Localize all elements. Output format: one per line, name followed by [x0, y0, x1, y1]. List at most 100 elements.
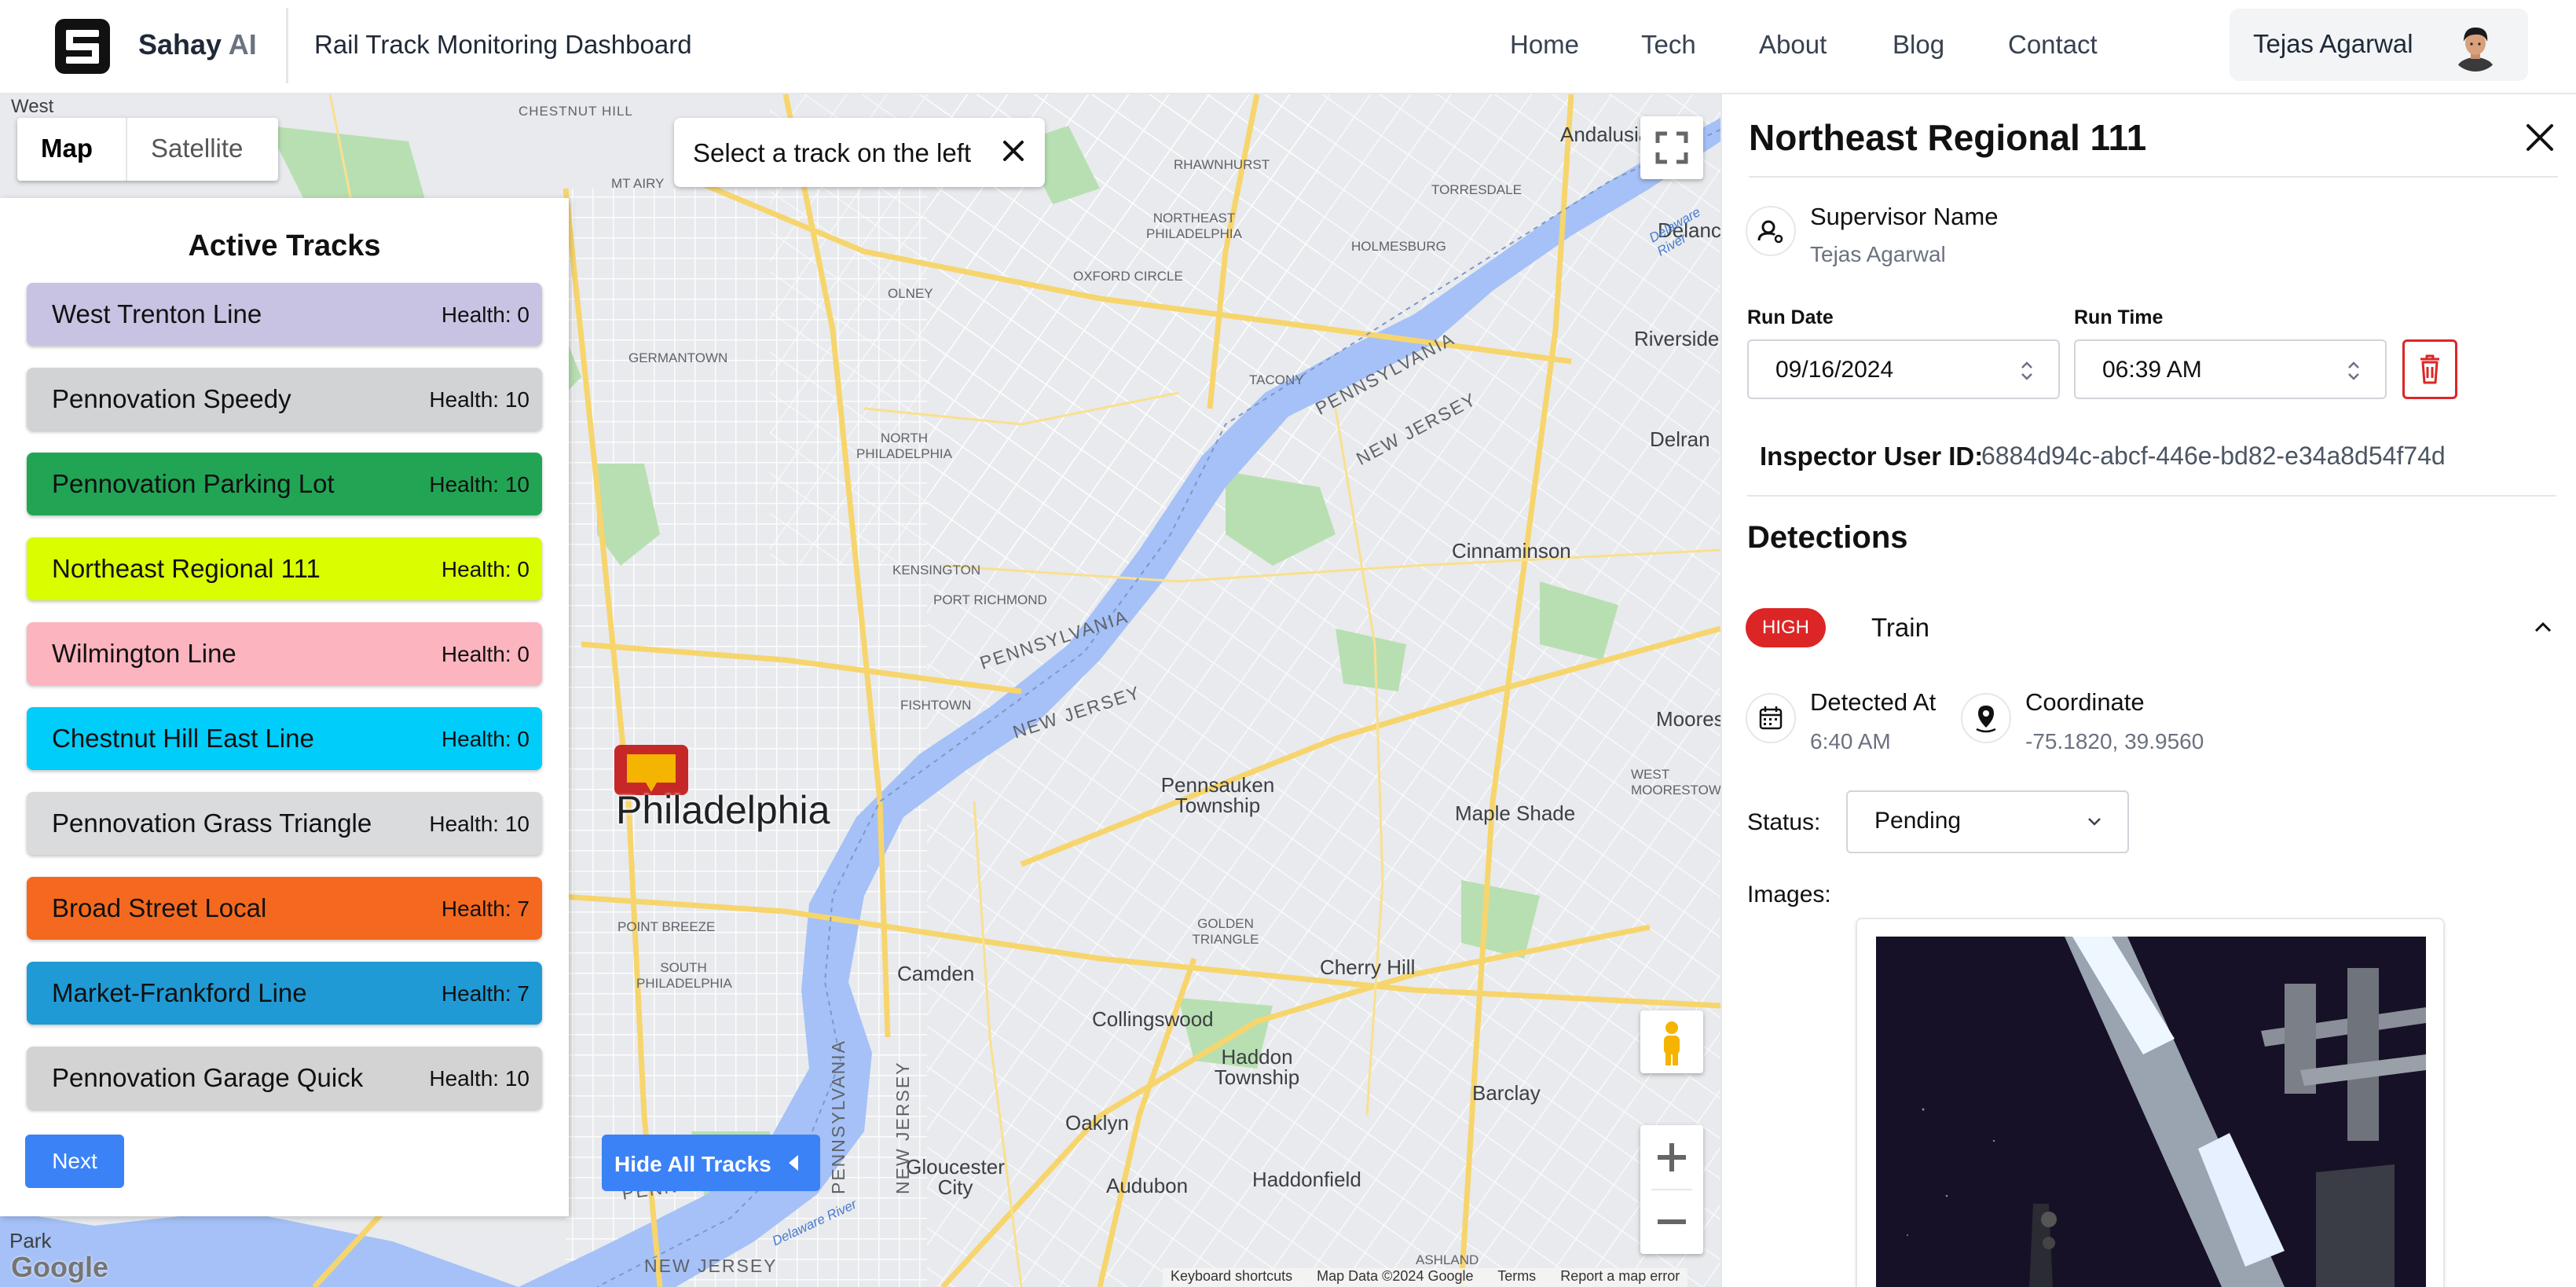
map-label: Haddon Township	[1214, 1045, 1300, 1089]
select-track-message: Select a track on the left	[693, 138, 972, 167]
map-label: Riverside	[1634, 327, 1720, 350]
nav-tech[interactable]: Tech	[1641, 30, 1696, 60]
track-health: Health: 10	[429, 812, 529, 836]
track-item[interactable]: Northeast Regional 111 Health: 0	[27, 537, 542, 600]
status-select[interactable]: Pending	[1846, 790, 2129, 853]
supervisor-label: Supervisor Name	[1810, 203, 1999, 230]
track-name: West Trenton Line	[52, 299, 262, 328]
map-type-map-button[interactable]: Map	[41, 134, 93, 163]
track-name: Market-Frankford Line	[52, 978, 307, 1007]
run-time-input[interactable]: 06:39 AM	[2074, 339, 2387, 399]
trash-icon	[2420, 354, 2439, 384]
detections-title: Detections	[1747, 520, 1908, 555]
zoom-in-button[interactable]	[1640, 1125, 1703, 1190]
google-logo[interactable]: Google	[11, 1251, 108, 1284]
track-health: Health: 10	[429, 472, 529, 497]
top-header: Sahay AI Rail Track Monitoring Dashboard…	[0, 0, 2576, 94]
pegman-icon	[1664, 1021, 1680, 1065]
avatar	[2450, 20, 2501, 72]
fullscreen-icon	[1655, 131, 1688, 164]
track-health: Health: 7	[441, 896, 529, 921]
report-map-error-link[interactable]: Report a map error	[1560, 1268, 1680, 1284]
map-footer: Keyboard shortcuts Map Data ©2024 Google…	[1163, 1268, 1688, 1287]
street-view-button[interactable]	[1640, 1010, 1703, 1073]
images-label: Images:	[1747, 882, 1831, 908]
track-item[interactable]: Wilmington Line Health: 0	[27, 622, 542, 685]
track-item[interactable]: West Trenton Line Health: 0	[27, 283, 542, 346]
map-label: Cinnaminson	[1452, 539, 1571, 563]
user-menu[interactable]: Tejas Agarwal	[2230, 9, 2528, 81]
map-label: Pennsylvania	[977, 606, 1131, 673]
track-item[interactable]: Pennovation Garage Quick Health: 10	[27, 1047, 542, 1109]
map-label: New Jersey	[1353, 388, 1480, 469]
brand-main: Sahay	[138, 28, 222, 60]
map-label: Moorestown	[1656, 707, 1720, 731]
map-label: Golden Triangle	[1192, 916, 1259, 947]
detection-type: Train	[1871, 613, 1929, 642]
track-item[interactable]: Pennovation Parking Lot Health: 10	[27, 453, 542, 515]
fullscreen-button[interactable]	[1640, 116, 1703, 179]
track-name: Northeast Regional 111	[52, 554, 321, 583]
active-tracks-panel: Active Tracks West Trenton Line Health: 0…	[0, 198, 569, 1216]
track-item[interactable]: Market-Frankford Line Health: 7	[27, 962, 542, 1025]
nav-about[interactable]: About	[1759, 30, 1827, 60]
caret-left-icon	[789, 1155, 798, 1171]
brand-name[interactable]: Sahay AI	[138, 28, 257, 61]
sahay-logo-icon[interactable]	[55, 19, 110, 74]
hide-all-tracks-button[interactable]: Hide All Tracks	[602, 1135, 820, 1191]
next-button[interactable]: Next	[25, 1135, 124, 1188]
track-health: Health: 7	[441, 981, 529, 1006]
track-name: Pennovation Parking Lot	[52, 469, 335, 498]
map-label: Maple Shade	[1455, 801, 1576, 825]
track-health: Health: 10	[429, 1066, 529, 1091]
map-label: Mt Airy	[611, 176, 665, 191]
track-name: Pennovation Speedy	[52, 384, 291, 413]
map-label: Kensington	[892, 563, 981, 578]
track-health: Health: 10	[429, 387, 529, 412]
terms-link[interactable]: Terms	[1497, 1268, 1536, 1284]
run-date-value: 09/16/2024	[1775, 357, 1894, 383]
map-label: Chestnut Hill	[518, 104, 633, 119]
chevron-up-down-icon	[2348, 361, 2359, 380]
map-label: Port Richmond	[933, 592, 1047, 607]
map-label: Oxford Circle	[1073, 269, 1183, 284]
close-icon[interactable]	[999, 137, 1028, 165]
keyboard-shortcuts-link[interactable]: Keyboard shortcuts	[1171, 1268, 1292, 1284]
map-pin-icon	[1961, 693, 2011, 743]
track-item[interactable]: Pennovation Grass Triangle Health: 10	[27, 792, 542, 855]
map-label: Delran	[1650, 427, 1710, 451]
track-health: Health: 0	[441, 302, 529, 327]
coordinate-label: Coordinate	[2025, 688, 2145, 716]
zoom-out-button[interactable]	[1640, 1190, 1703, 1254]
track-name: Wilmington Line	[52, 639, 236, 668]
track-item[interactable]: Broad Street Local Health: 7	[27, 877, 542, 940]
map-label: Holmesburg	[1351, 239, 1446, 254]
user-name: Tejas Agarwal	[2253, 29, 2413, 58]
map-label: New Jersey	[892, 1061, 913, 1194]
nav-contact[interactable]: Contact	[2008, 30, 2098, 60]
map-type-toggle: Map Satellite	[17, 118, 278, 181]
map-label: Camden	[897, 962, 975, 985]
run-date-input[interactable]: 09/16/2024	[1747, 339, 2060, 399]
map-label: Collingswood	[1092, 1007, 1214, 1031]
divider	[1747, 495, 2556, 497]
map-label: Cherry Hill	[1320, 955, 1416, 979]
map-label: Park	[9, 1229, 52, 1252]
delete-run-button[interactable]	[2402, 339, 2457, 399]
run-time-value: 06:39 AM	[2102, 357, 2202, 383]
track-name: Chestnut Hill East Line	[52, 724, 314, 753]
map-label: Point Breeze	[617, 919, 716, 934]
track-item[interactable]: Pennovation Speedy Health: 10	[27, 368, 542, 431]
nav-blog[interactable]: Blog	[1893, 30, 1944, 60]
map-label: Audubon	[1106, 1174, 1189, 1197]
close-icon[interactable]	[2522, 119, 2558, 156]
map-label: Haddonfield	[1252, 1168, 1361, 1191]
map-label: West	[11, 96, 54, 117]
nav-home[interactable]: Home	[1510, 30, 1579, 60]
user-settings-icon	[1746, 206, 1796, 256]
chevron-up-icon[interactable]	[2531, 618, 2555, 638]
map-type-satellite-button[interactable]: Satellite	[151, 134, 243, 163]
inspector-label: Inspector User ID:	[1760, 442, 1984, 471]
detection-image[interactable]	[1876, 937, 2426, 1287]
track-item[interactable]: Chestnut Hill East Line Health: 0	[27, 707, 542, 770]
